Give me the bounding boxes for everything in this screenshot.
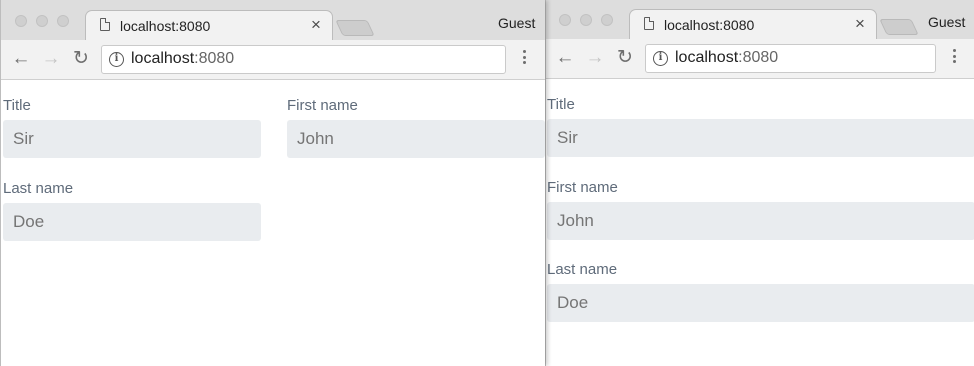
file-icon — [644, 17, 654, 30]
info-icon[interactable]: i — [653, 51, 668, 66]
tab-strip: localhost:8080 × Guest — [546, 0, 974, 39]
browser-tab[interactable]: localhost:8080 × — [629, 9, 877, 39]
profile-label[interactable]: Guest — [498, 15, 535, 31]
window-minimize-dot[interactable] — [36, 15, 48, 27]
close-tab-icon[interactable]: × — [855, 14, 865, 34]
page-content: Title First name Last name — [1, 80, 545, 366]
info-icon[interactable]: i — [109, 52, 124, 67]
title-input[interactable] — [3, 120, 261, 158]
window-close-dot[interactable] — [15, 15, 27, 27]
title-label: Title — [547, 96, 575, 113]
back-arrow-icon[interactable]: ← — [554, 47, 576, 69]
page-content: Title First name Last name — [546, 79, 974, 366]
url-port: :8080 — [738, 49, 779, 66]
new-tab-button[interactable] — [335, 20, 375, 36]
url-host: localhost — [675, 49, 739, 66]
window-minimize-dot[interactable] — [580, 14, 592, 26]
url-host: localhost — [131, 50, 195, 67]
address-bar[interactable]: i localhost:8080 — [101, 45, 506, 74]
forward-arrow-icon[interactable]: → — [584, 47, 606, 69]
tab-title: localhost:8080 — [120, 18, 211, 34]
title-input[interactable] — [547, 119, 974, 157]
browser-window-right: localhost:8080 × Guest ← → ↻ i localhost… — [545, 0, 974, 366]
tab-strip: localhost:8080 × Guest — [1, 0, 545, 40]
browser-toolbar: ← → ↻ i localhost:8080 — [1, 40, 545, 80]
last-name-input[interactable] — [547, 284, 974, 322]
last-name-label: Last name — [547, 261, 618, 278]
title-label: Title — [3, 97, 31, 114]
forward-arrow-icon[interactable]: → — [40, 48, 62, 70]
browser-window-left: localhost:8080 × Guest ← → ↻ i localhost… — [0, 0, 545, 366]
close-tab-icon[interactable]: × — [311, 15, 321, 35]
browser-toolbar: ← → ↻ i localhost:8080 — [546, 39, 974, 79]
first-name-label: First name — [287, 97, 358, 114]
browser-tab[interactable]: localhost:8080 × — [85, 10, 333, 40]
address-bar[interactable]: i localhost:8080 — [645, 44, 936, 73]
last-name-label: Last name — [3, 180, 74, 197]
more-vert-icon[interactable] — [522, 50, 528, 70]
back-arrow-icon[interactable]: ← — [10, 48, 32, 70]
more-vert-icon[interactable] — [952, 49, 958, 69]
reload-icon[interactable]: ↻ — [614, 47, 636, 69]
window-close-dot[interactable] — [559, 14, 571, 26]
first-name-input[interactable] — [547, 202, 974, 240]
new-tab-button[interactable] — [879, 19, 919, 35]
url-text: localhost:8080 — [675, 49, 778, 67]
first-name-label: First name — [547, 179, 618, 196]
last-name-input[interactable] — [3, 203, 261, 241]
profile-label[interactable]: Guest — [928, 14, 965, 30]
tab-title: localhost:8080 — [664, 17, 755, 33]
window-zoom-dot[interactable] — [601, 14, 613, 26]
url-text: localhost:8080 — [131, 50, 234, 68]
first-name-input[interactable] — [287, 120, 545, 158]
url-port: :8080 — [194, 50, 235, 67]
window-zoom-dot[interactable] — [57, 15, 69, 27]
file-icon — [100, 18, 110, 31]
reload-icon[interactable]: ↻ — [70, 48, 92, 70]
